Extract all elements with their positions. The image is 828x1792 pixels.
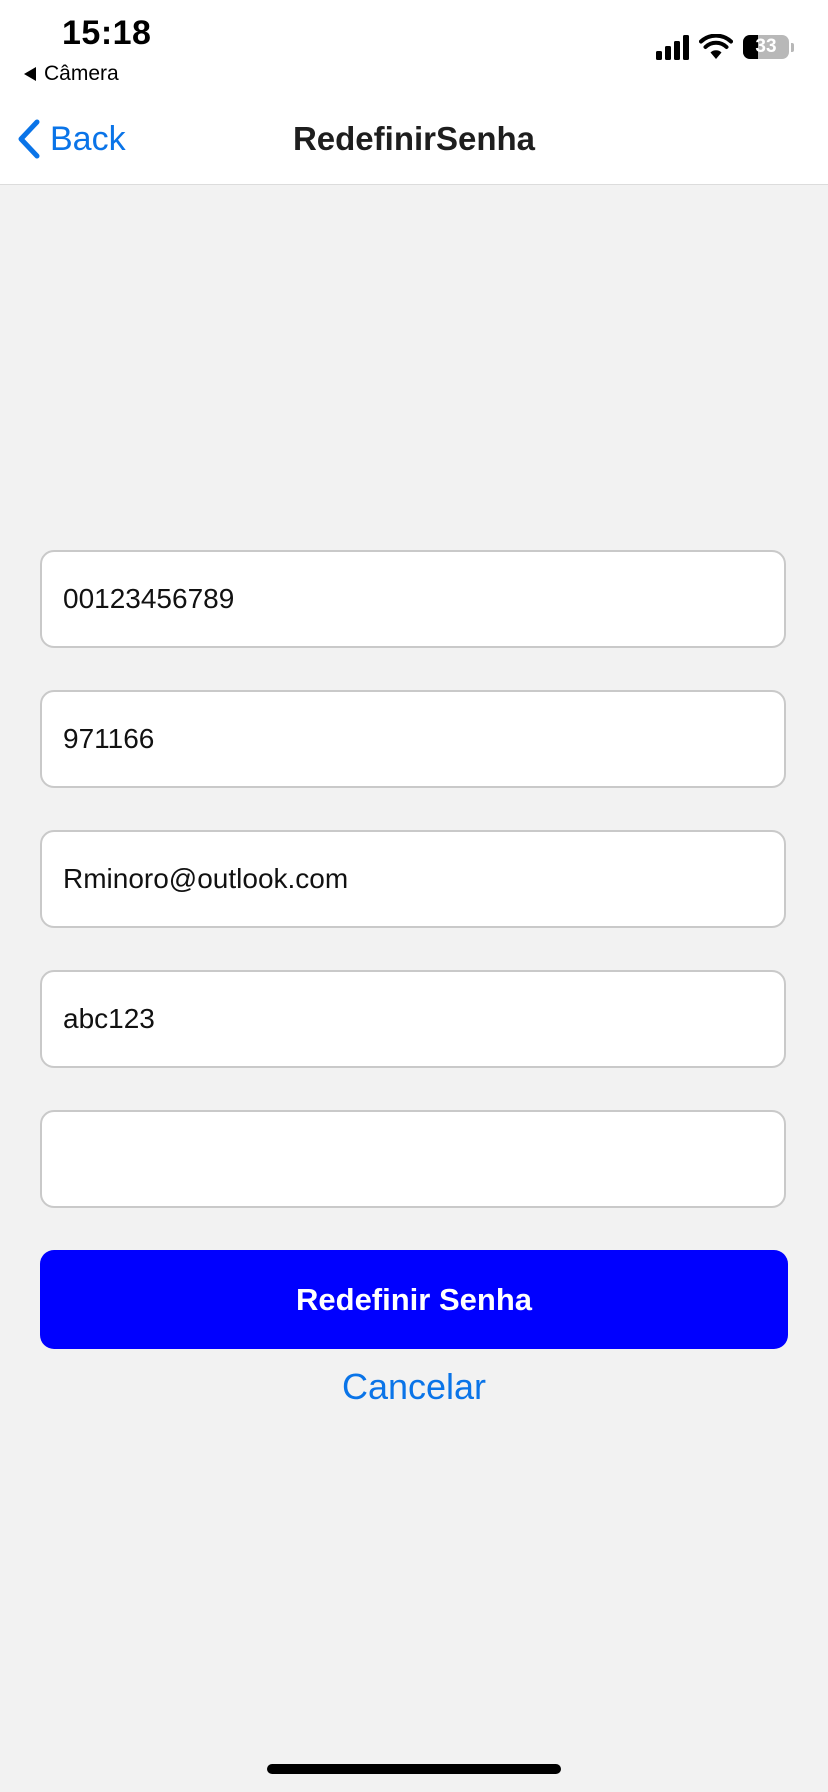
new-password-field[interactable] bbox=[40, 970, 786, 1068]
cellular-signal-icon bbox=[656, 34, 689, 60]
email-field[interactable] bbox=[40, 830, 786, 928]
code-field[interactable] bbox=[40, 690, 786, 788]
back-to-app-link[interactable]: Câmera bbox=[24, 62, 119, 86]
status-icons: 33 bbox=[656, 34, 794, 60]
wifi-icon bbox=[699, 34, 733, 59]
battery-percent: 33 bbox=[755, 36, 777, 57]
battery-icon: 33 bbox=[743, 35, 789, 59]
top-bar: 15:18 Câmera 33 Back RedefinirSenha bbox=[0, 0, 828, 185]
page-title: RedefinirSenha bbox=[292, 120, 536, 157]
status-time: 15:18 bbox=[62, 14, 152, 52]
back-triangle-icon bbox=[24, 67, 36, 81]
reset-password-button[interactable]: Redefinir Senha bbox=[40, 1250, 788, 1349]
cpf-field[interactable] bbox=[40, 550, 786, 648]
back-app-label: Câmera bbox=[44, 62, 119, 85]
home-indicator bbox=[267, 1764, 561, 1774]
confirm-password-field[interactable] bbox=[40, 1110, 786, 1208]
cancel-button[interactable]: Cancelar bbox=[0, 1366, 828, 1408]
battery-tip bbox=[791, 42, 794, 52]
